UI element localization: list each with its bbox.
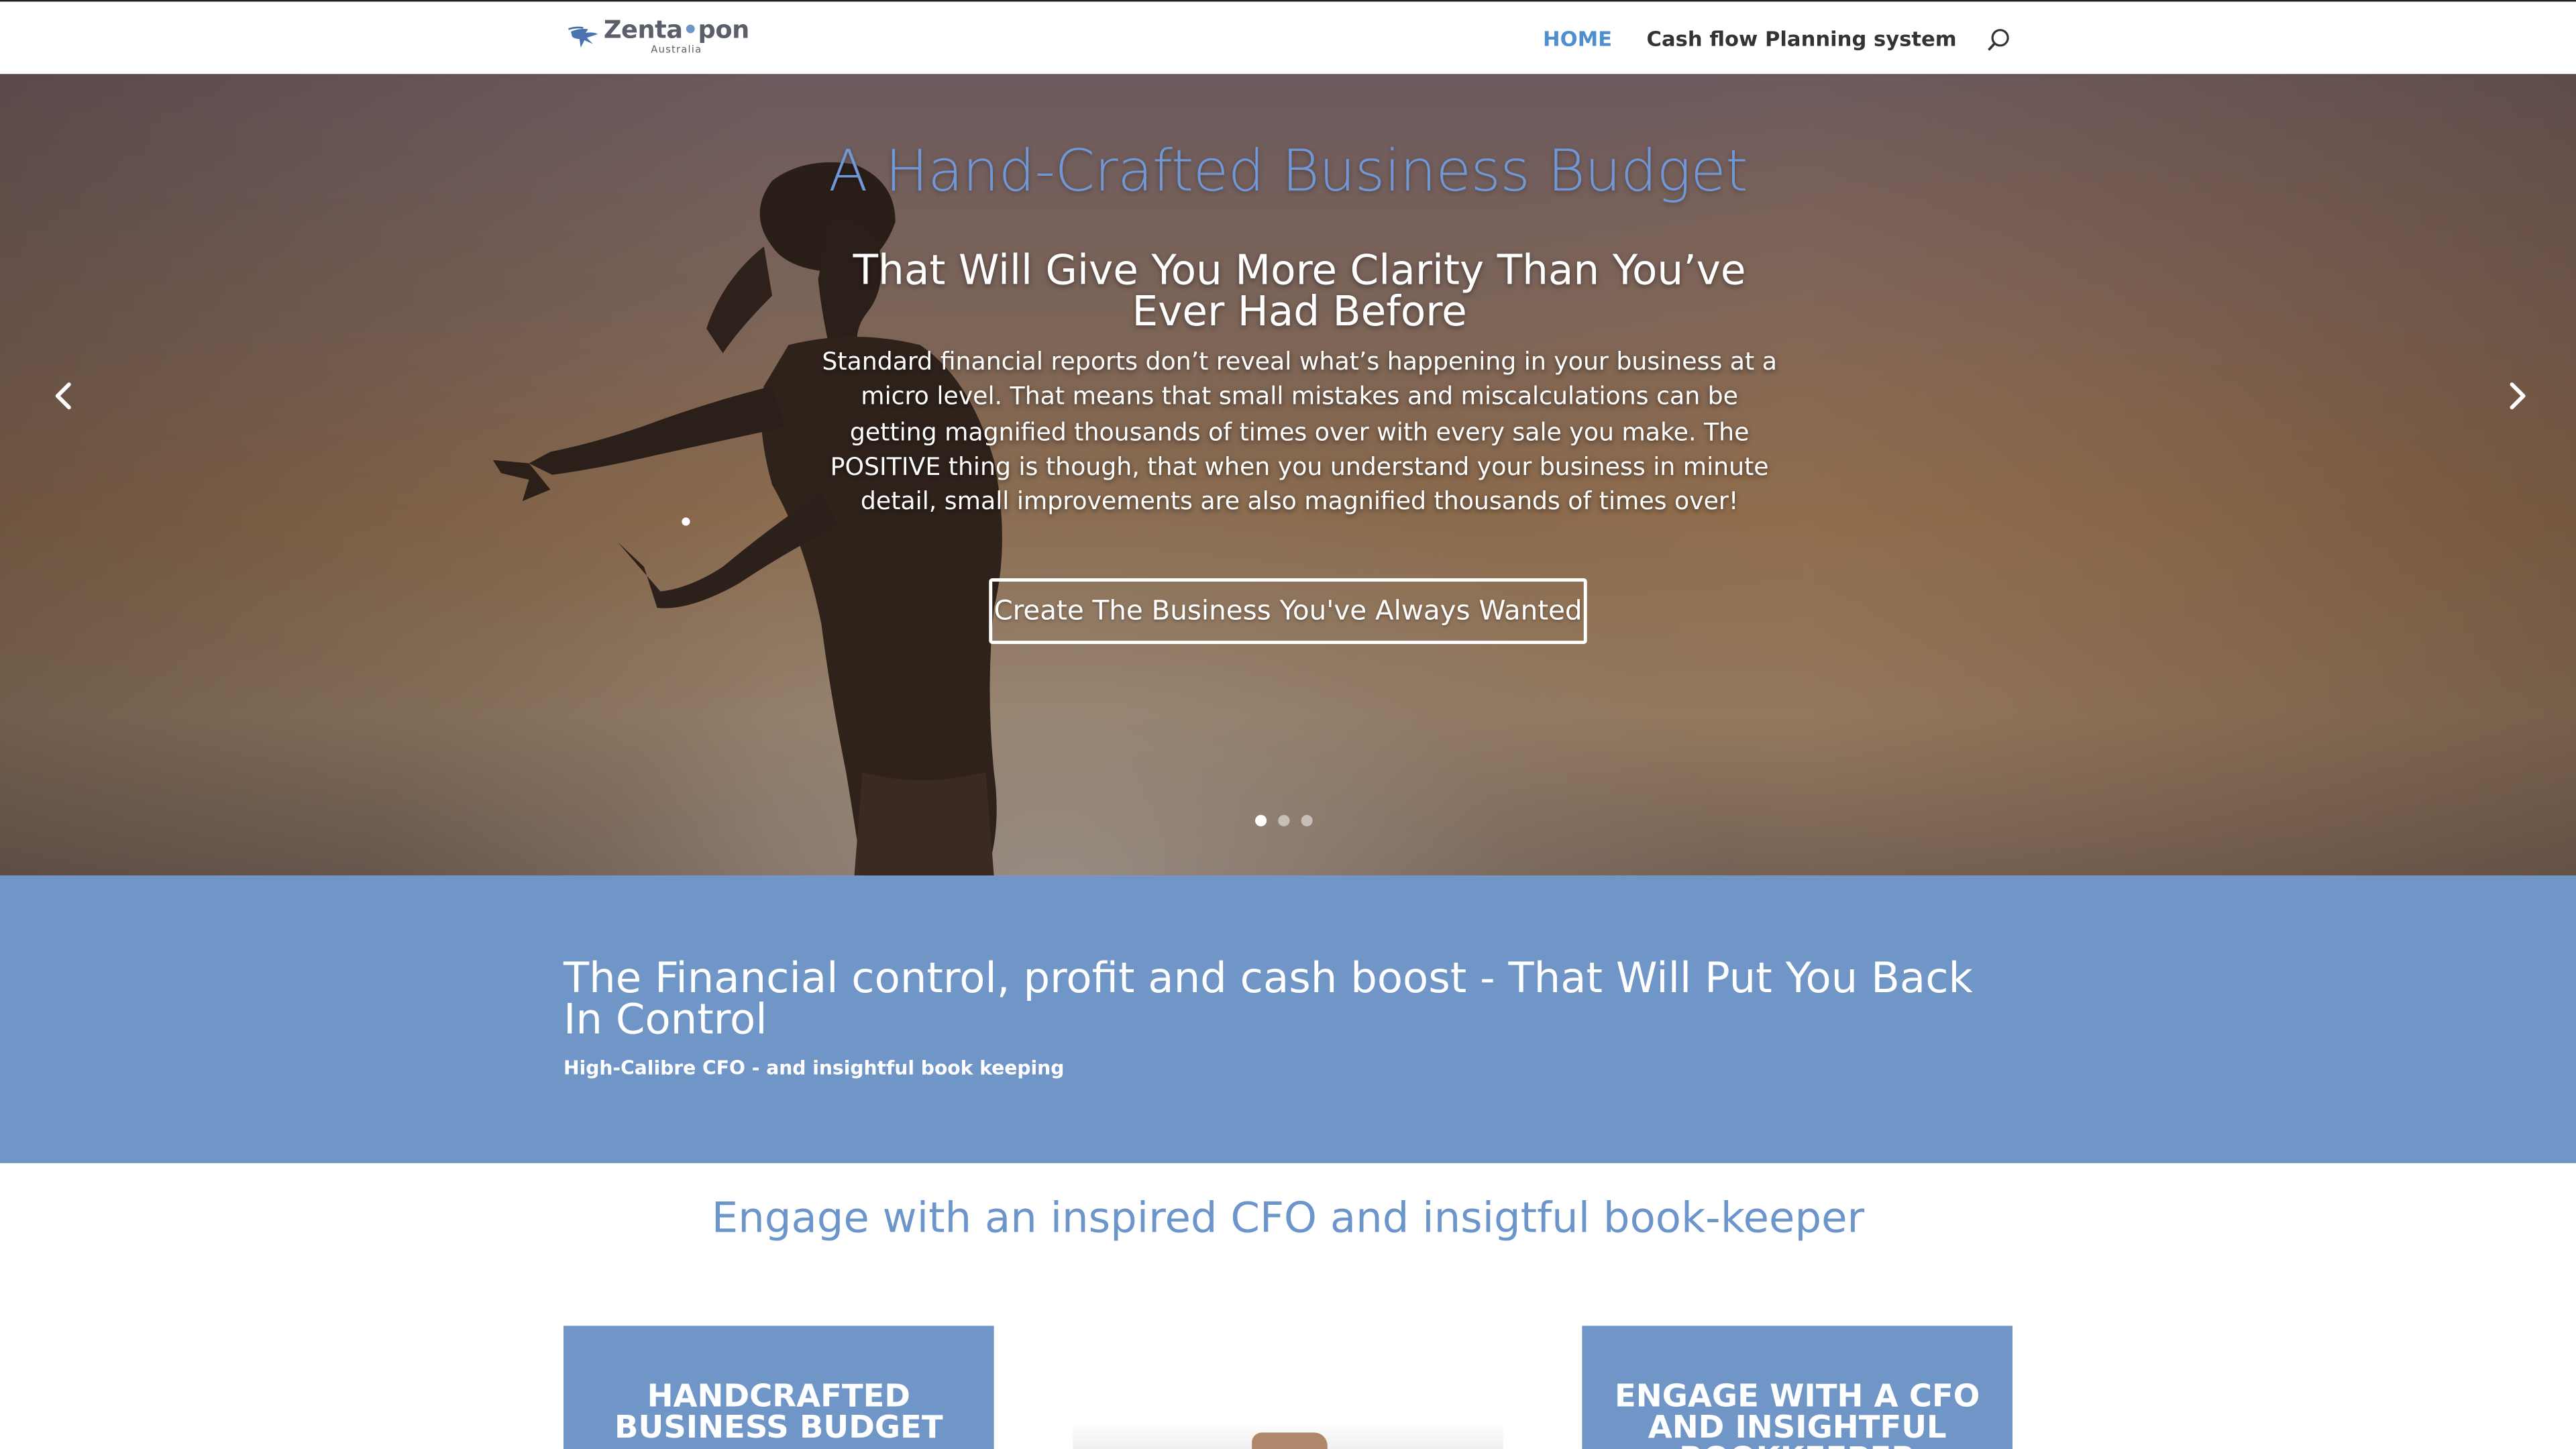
- logo-subtitle: Australia: [651, 44, 702, 56]
- create-business-button[interactable]: Create The Business You've Always Wanted: [989, 578, 1587, 645]
- hero-slider: A Hand-Crafted Business Budget That Will…: [0, 74, 2576, 876]
- chevron-right-icon[interactable]: [2500, 380, 2533, 413]
- logo-bird-icon: [568, 26, 598, 48]
- card-image-object: [1252, 1432, 1328, 1449]
- hero-title: A Hand-Crafted Business Budget: [828, 140, 1748, 206]
- hero-subtitle: That Will Give You More Clarity Than You…: [853, 246, 1746, 335]
- value-proposition-band: The Financial control, profit and cash b…: [0, 875, 2576, 1163]
- chevron-left-icon[interactable]: [48, 380, 80, 413]
- card-title: HANDCRAFTED BUSINESS BUDGET: [614, 1378, 943, 1446]
- band-subtitle: High-Calibre CFO - and insightful book k…: [564, 1056, 1065, 1079]
- band-title: The Financial control, profit and cash b…: [564, 954, 1973, 1044]
- slider-pagination: [1255, 814, 1313, 826]
- slide-dot-2[interactable]: [1278, 814, 1290, 826]
- search-icon[interactable]: [1986, 27, 2011, 52]
- main-navigation: HOME Cash flow Planning system: [1509, 23, 2011, 56]
- hero-description: Standard financial reports don’t reveal …: [822, 348, 1777, 517]
- card-handcrafted-business-budget[interactable]: HANDCRAFTED BUSINESS BUDGET: [564, 1326, 994, 1449]
- card-title: ENGAGE WITH A CFO AND INSIGHTFUL BOOKKEE…: [1615, 1378, 1980, 1449]
- top-header: Zenta•pon Australia HOME Cash flow Plann…: [0, 0, 2576, 74]
- card-image: [1073, 1326, 1503, 1449]
- nav-home[interactable]: HOME: [1543, 23, 1612, 56]
- decorative-dot: [682, 517, 690, 526]
- card-engage-cfo[interactable]: ENGAGE WITH A CFO AND INSIGHTFUL BOOKKEE…: [1582, 1326, 2013, 1449]
- slide-dot-1[interactable]: [1255, 814, 1267, 826]
- nav-cash-flow-planning-system[interactable]: Cash flow Planning system: [1647, 23, 1957, 56]
- site-logo[interactable]: Zenta•pon Australia: [568, 15, 749, 72]
- section-title: Engage with an inspired CFO and insigtfu…: [711, 1194, 1865, 1244]
- logo-wordmark: Zenta•pon: [603, 15, 749, 45]
- slide-dot-3[interactable]: [1301, 814, 1313, 826]
